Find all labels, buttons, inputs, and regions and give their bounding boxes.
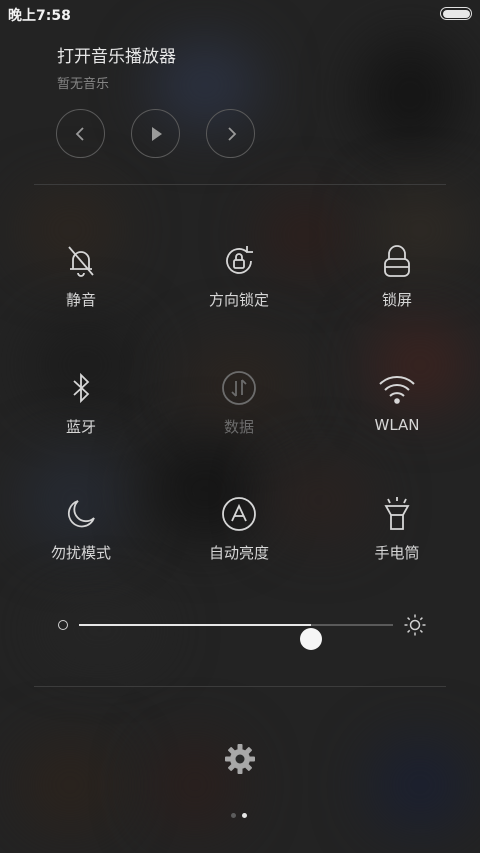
toggle-auto-brightness[interactable]: 自动亮度 — [169, 494, 309, 574]
toggle-label: 方向锁定 — [208, 291, 269, 309]
rotation-lock-icon — [226, 246, 253, 274]
page-indicator — [231, 813, 247, 818]
music-title[interactable]: 打开音乐播放器 — [57, 42, 176, 67]
toggle-label: 数据 — [223, 418, 254, 436]
settings-button[interactable] — [223, 742, 257, 776]
bell-off-icon — [68, 246, 94, 277]
play-icon — [151, 126, 162, 141]
toggle-mobile-data[interactable]: 数据 — [169, 368, 309, 448]
play-button[interactable] — [131, 109, 180, 158]
flashlight-icon — [384, 497, 410, 530]
auto-brightness-icon — [222, 497, 256, 531]
previous-button[interactable] — [56, 109, 105, 158]
brightness-slider[interactable] — [55, 610, 427, 650]
mobile-data-icon — [222, 371, 256, 405]
toggle-wlan[interactable]: WLAN — [327, 368, 467, 448]
brightness-fill — [79, 624, 312, 626]
music-subtitle: 暂无音乐 — [57, 77, 110, 92]
next-icon — [227, 126, 236, 141]
toggle-lock-screen[interactable]: 锁屏 — [327, 241, 467, 321]
music-player-card[interactable]: 打开音乐播放器 暂无音乐 — [57, 42, 176, 92]
moon-icon — [67, 500, 95, 528]
toggle-label: 手电筒 — [374, 544, 420, 562]
toggle-mute[interactable]: 静音 — [11, 241, 151, 321]
toggle-bluetooth[interactable]: 蓝牙 — [11, 368, 151, 448]
page-dot — [242, 813, 247, 818]
toggle-do-not-disturb[interactable]: 勿扰模式 — [11, 494, 151, 574]
clock: 晚上7:58 — [8, 8, 71, 24]
brightness-track[interactable] — [79, 624, 393, 650]
bottom-divider — [34, 686, 446, 687]
brightness-low-icon — [58, 620, 68, 630]
wifi-icon — [379, 375, 415, 404]
top-divider — [34, 184, 446, 185]
battery-icon — [440, 7, 472, 20]
toggle-label: WLAN — [374, 416, 420, 434]
toggle-label: 勿扰模式 — [50, 544, 111, 562]
toggle-label: 自动亮度 — [208, 544, 269, 562]
gear-icon — [225, 744, 255, 774]
toggle-flashlight[interactable]: 手电筒 — [327, 494, 467, 574]
toggle-label: 静音 — [65, 291, 96, 309]
brightness-high-icon — [404, 614, 426, 636]
page-dot — [231, 813, 236, 818]
lock-icon — [384, 245, 410, 277]
toggle-label: 蓝牙 — [65, 418, 96, 436]
status-bar: 晚上7:58 — [0, 0, 480, 28]
toggle-rotation-lock[interactable]: 方向锁定 — [169, 241, 309, 321]
previous-icon — [75, 126, 84, 141]
toggle-label: 锁屏 — [381, 291, 412, 309]
next-button[interactable] — [206, 109, 255, 158]
bluetooth-icon — [73, 372, 90, 404]
